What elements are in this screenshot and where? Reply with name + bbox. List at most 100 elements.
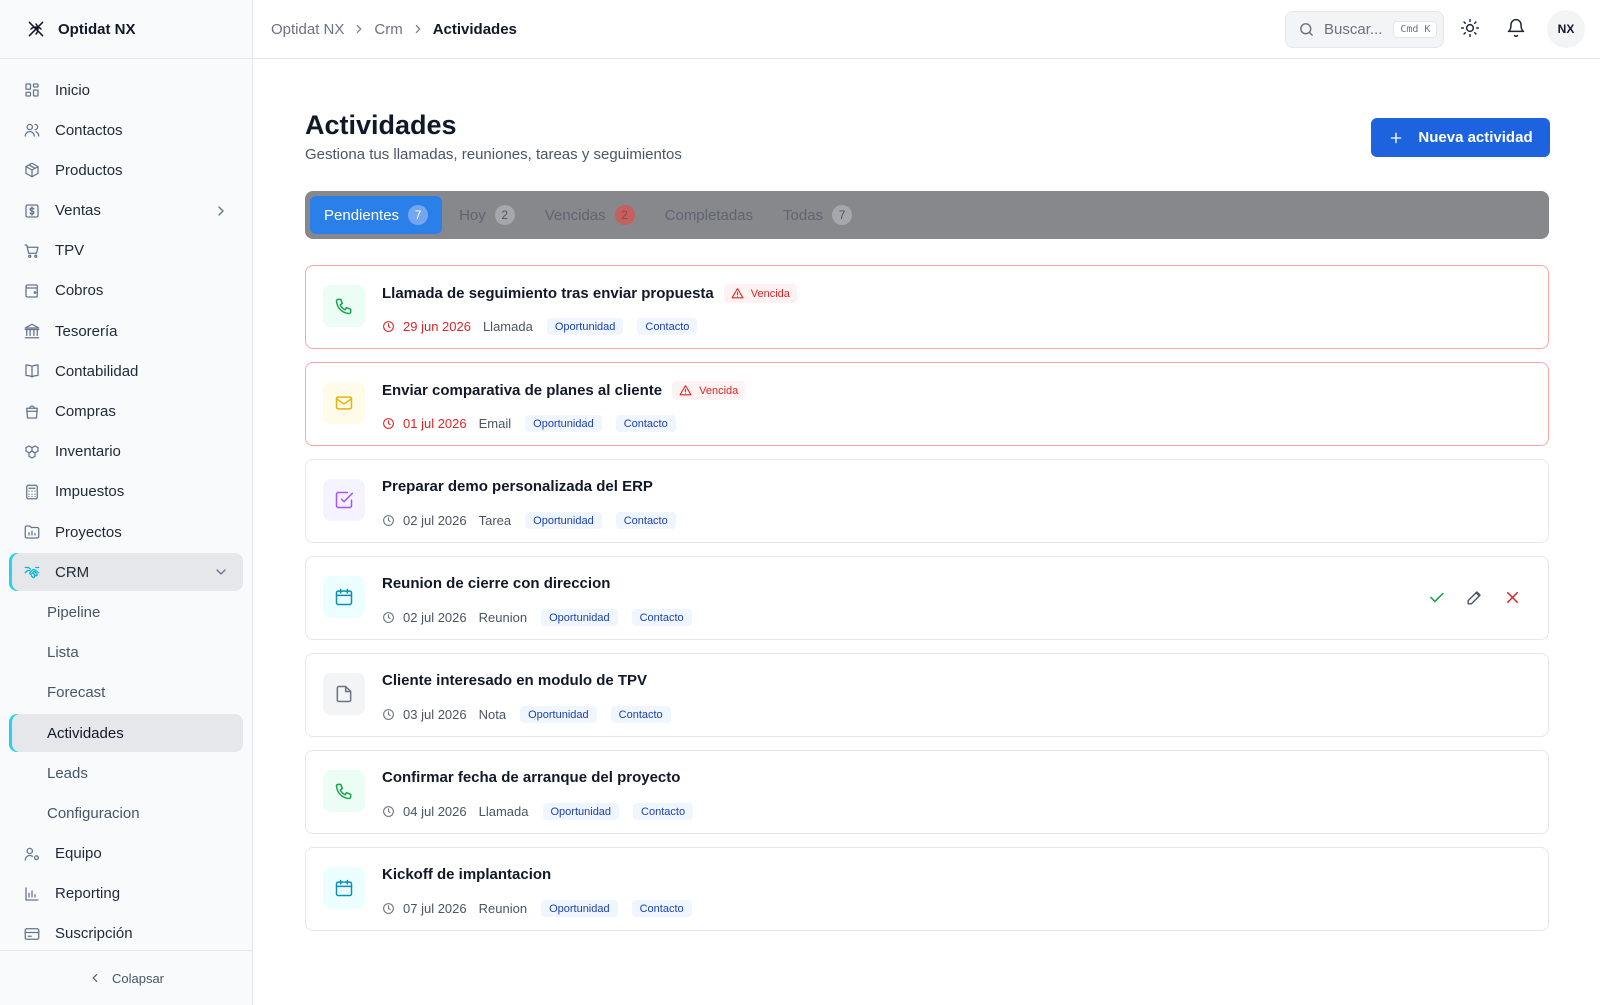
sidebar-item-proyectos[interactable]: Proyectos [9,513,243,551]
tab-vencidas[interactable]: Vencidas 2 [532,196,648,234]
theme-toggle-sun-icon[interactable] [1460,18,1480,38]
delete-x-icon[interactable] [1503,588,1522,607]
clock-icon [382,320,395,333]
breadcrumb: Optidat NX Crm Actividades [271,21,517,38]
sidebar-item-label: Contactos [55,121,123,139]
kbd-cmd: Cmd [1400,24,1419,35]
sidebar-subitem-actividades[interactable]: Actividades [9,714,243,752]
sidebar-item-label: Impuestos [55,483,125,501]
activity-meta: 01 jul 2026 Email Oportunidad Contacto [382,415,676,432]
edit-pencil-icon[interactable] [1465,588,1484,607]
complete-check-icon[interactable] [1427,588,1446,607]
activity-type: Llamada [478,804,529,819]
activity-tag[interactable]: Contacto [615,512,676,529]
package-icon [23,161,41,179]
sidebar-item-productos[interactable]: Productos [9,151,243,189]
activity-card[interactable]: Kickoff de implantacion 07 jul 2026 Reun… [305,847,1549,931]
tab-completadas[interactable]: Completadas [652,196,766,234]
sidebar-subitem-leads[interactable]: Leads [9,754,243,792]
sidebar-item-label: Proyectos [55,523,122,541]
activity-tag[interactable]: Oportunidad [541,900,618,917]
tab-hoy[interactable]: Hoy 2 [446,196,528,234]
overdue-label: Vencida [750,287,790,300]
logo-icon [26,19,46,39]
activity-title-row: Reunion de cierre con direccion [382,575,610,592]
activity-title-row: Kickoff de implantacion [382,866,551,883]
sidebar-subitem-pipeline[interactable]: Pipeline [9,593,243,631]
plus-icon [1388,130,1404,146]
activity-tag[interactable]: Contacto [631,900,692,917]
collapse-button[interactable]: Colapsar [0,950,252,1005]
file-icon [323,673,365,715]
activity-tag[interactable]: Contacto [637,318,698,335]
overdue-label: Vencida [699,384,739,397]
sidebar-item-ventas[interactable]: Ventas [9,192,243,230]
activity-card[interactable]: Enviar comparativa de planes al cliente … [305,362,1549,446]
sidebar-item-equipo[interactable]: Equipo [9,835,243,873]
folder-chart-icon [23,523,41,541]
sidebar-subitem-configuracion[interactable]: Configuracion [9,794,243,832]
activity-title: Llamada de seguimiento tras enviar propu… [382,285,714,302]
activity-card[interactable]: Reunion de cierre con direccion 02 jul 2… [305,556,1549,640]
brand[interactable]: Optidat NX [0,0,252,59]
sidebar-item-label: Ventas [55,202,101,220]
activity-tag[interactable]: Oportunidad [541,609,618,626]
activity-type: Reunion [478,901,528,916]
sidebar-item-compras[interactable]: Compras [9,393,243,431]
breadcrumb-item[interactable]: Optidat NX [271,21,344,38]
activity-actions [1427,588,1522,607]
activity-card[interactable]: Llamada de seguimiento tras enviar propu… [305,265,1549,349]
activity-date: 02 jul 2026 [403,610,467,625]
keyboard-shortcut: Cmd K [1393,21,1438,38]
sidebar-item-inicio[interactable]: Inicio [9,71,243,109]
new-activity-button[interactable]: Nueva actividad [1371,118,1550,157]
activity-tag[interactable]: Contacto [633,803,694,820]
activity-date: 04 jul 2026 [403,804,467,819]
search-input[interactable]: Buscar... Cmd K [1285,11,1444,48]
sidebar-item-reporting[interactable]: Reporting [9,875,243,913]
sidebar-item-label: Contabilidad [55,362,139,380]
brand-name: Optidat NX [58,20,136,38]
tab-label: Pendientes [324,206,400,224]
chevron-left-icon [88,971,102,985]
activity-tag[interactable]: Oportunidad [542,803,620,820]
tab-todas[interactable]: Todas 7 [770,196,865,234]
sidebar-item-impuestos[interactable]: Impuestos [9,473,243,511]
activity-card[interactable]: Preparar demo personalizada del ERP 02 j… [305,459,1549,543]
activity-tag[interactable]: Contacto [631,609,692,626]
sidebar-item-tesorer-a[interactable]: Tesorería [9,312,243,350]
activity-card[interactable]: Cliente interesado en modulo de TPV 03 j… [305,653,1549,737]
sidebar-item-contabilidad[interactable]: Contabilidad [9,352,243,390]
boxes-icon [23,443,41,461]
sidebar-item-inventario[interactable]: Inventario [9,433,243,471]
sidebar-item-contactos[interactable]: Contactos [9,111,243,149]
sidebar-item-cobros[interactable]: Cobros [9,272,243,310]
activity-title-row: Preparar demo personalizada del ERP [382,478,653,495]
breadcrumb-item[interactable]: Crm [374,21,402,38]
activity-card[interactable]: Confirmar fecha de arranque del proyecto… [305,750,1549,834]
activity-date: 02 jul 2026 [403,513,467,528]
activity-tag[interactable]: Oportunidad [525,512,602,529]
activity-tag[interactable]: Contacto [615,415,676,432]
sidebar-subitem-lista[interactable]: Lista [9,634,243,672]
sidebar-item-suscripci-n[interactable]: Suscripción [9,915,243,953]
activity-title-row: Llamada de seguimiento tras enviar propu… [382,284,797,303]
calendar-icon [323,867,365,909]
activity-tag[interactable]: Oportunidad [525,415,602,432]
activity-tag[interactable]: Oportunidad [520,706,597,723]
tab-pendientes[interactable]: Pendientes 7 [310,196,443,234]
user-avatar[interactable]: NX [1547,10,1585,48]
sidebar-item-crm[interactable]: CRM [9,553,243,592]
sidebar-subitem-forecast[interactable]: Forecast [9,674,243,712]
notifications-bell-icon[interactable] [1506,18,1526,38]
sidebar-item-label: Equipo [55,845,102,863]
sidebar-item-label: Inventario [55,443,121,461]
activity-tag[interactable]: Oportunidad [546,318,624,335]
activity-meta: 07 jul 2026 Reunion Oportunidad Contacto [382,900,692,917]
sidebar-item-tpv[interactable]: TPV [9,232,243,270]
activity-type: Llamada [482,319,533,334]
sidebar-item-label: CRM [55,563,90,581]
activity-tag[interactable]: Contacto [610,706,671,723]
clock-icon [382,417,395,430]
bag-icon [23,403,41,421]
